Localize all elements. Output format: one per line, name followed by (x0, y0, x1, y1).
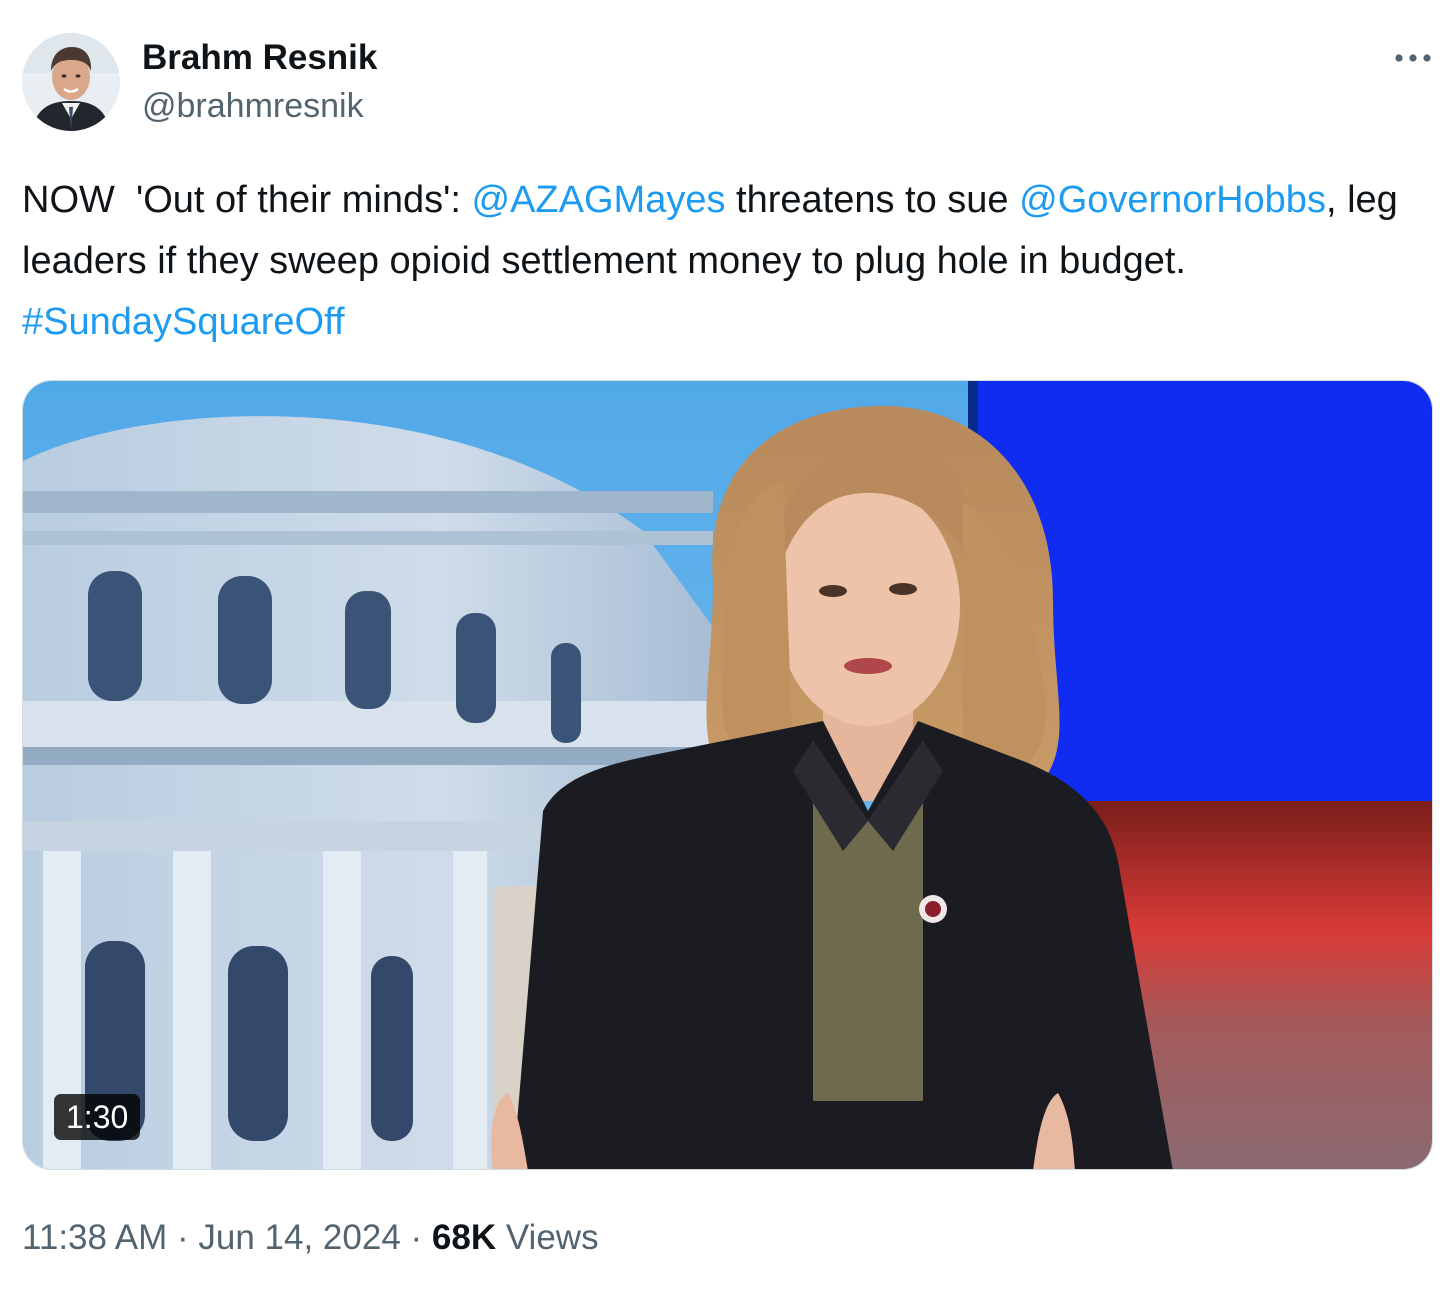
tweet-date-link[interactable]: Jun 14, 2024 (198, 1218, 400, 1257)
tweet-text: NOW 'Out of their minds': @AZAGMayes thr… (22, 170, 1432, 353)
views-count: 68K (431, 1218, 497, 1257)
author-avatar[interactable] (22, 33, 120, 131)
author-display-name[interactable]: Brahm Resnik (142, 36, 377, 80)
tweet-text-prefix: NOW 'Out of their minds': (22, 179, 472, 221)
hashtag-link[interactable]: #SundaySquareOff (22, 301, 345, 343)
more-horizontal-icon (1395, 54, 1431, 62)
video-duration-badge: 1:30 (54, 1094, 141, 1140)
views-label: Views (496, 1218, 599, 1257)
profile-photo-icon (22, 33, 120, 131)
meta-separator: · (167, 1218, 199, 1257)
tweet: Brahm Resnik @brahmresnik NOW 'Out of th… (0, 0, 1456, 1289)
more-options-button[interactable] (1388, 40, 1438, 76)
video-player[interactable]: 1:30 (22, 380, 1433, 1170)
meta-separator: · (400, 1218, 432, 1257)
author-handle[interactable]: @brahmresnik (142, 84, 364, 128)
mention-link-governorhobbs[interactable]: @GovernorHobbs (1019, 179, 1326, 221)
tweet-time-link[interactable]: 11:38 AM (22, 1218, 167, 1257)
tweet-metadata: 11:38 AM · Jun 14, 2024 · 68K Views (22, 1216, 599, 1260)
tweet-text-part: threatens to sue (725, 179, 1020, 221)
mention-link-azagmayes[interactable]: @AZAGMayes (472, 179, 726, 221)
video-thumbnail (23, 381, 1432, 1169)
